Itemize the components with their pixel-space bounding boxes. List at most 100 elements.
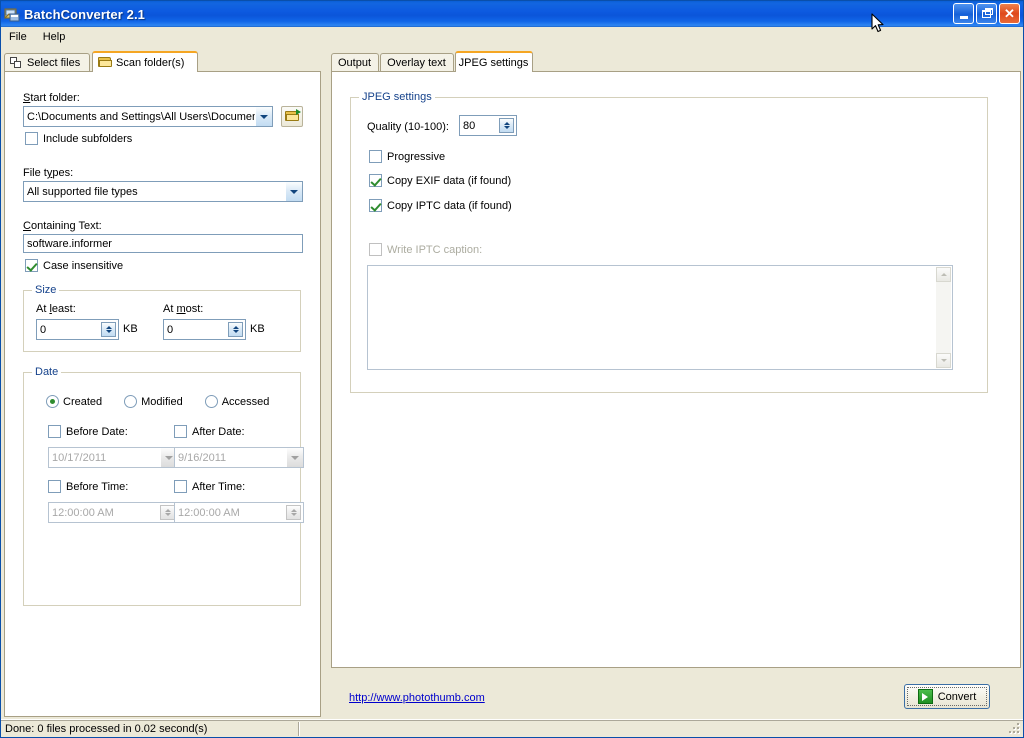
after-time-label: After Time: — [192, 480, 246, 493]
include-subfolders-label: Include subfolders — [43, 132, 133, 145]
window-title: BatchConverter 2.1 — [24, 6, 146, 22]
caption-vertical-scrollbar[interactable] — [936, 267, 951, 368]
iptc-caption-textarea[interactable] — [367, 265, 953, 370]
radio-accessed-row[interactable]: Accessed — [204, 395, 269, 408]
after-date-picker[interactable]: 9/16/2011 — [174, 447, 304, 468]
application-window: BatchConverter 2.1 ✕ File Help Select fi… — [0, 0, 1024, 738]
menu-bar: File Help — [1, 27, 1023, 46]
progressive-row[interactable]: Progressive — [369, 150, 445, 163]
resize-grip[interactable] — [1009, 723, 1021, 735]
radio-modified[interactable] — [124, 395, 138, 408]
scroll-up-icon[interactable] — [936, 267, 951, 282]
progressive-label: Progressive — [387, 150, 446, 163]
left-tabstrip: Select files Scan folder(s) — [4, 51, 321, 72]
radio-created-row[interactable]: Created — [46, 395, 102, 408]
browse-folder-button[interactable] — [281, 106, 303, 127]
chevron-down-icon[interactable] — [255, 107, 272, 126]
before-time-picker[interactable]: 12:00:00 AM — [48, 502, 178, 523]
file-types-value: All supported file types — [27, 185, 138, 198]
at-least-value: 0 — [40, 323, 47, 336]
before-time-row[interactable]: Before Time: — [48, 480, 128, 493]
spinner-arrows-icon[interactable] — [499, 118, 514, 133]
at-most-spinner[interactable]: 0 — [163, 319, 246, 340]
progressive-checkbox[interactable] — [369, 150, 382, 163]
tab-jpeg-settings[interactable]: JPEG settings — [455, 51, 533, 72]
jpeg-settings-panel: JPEG settings Quality (10-100): 80 Progr… — [331, 71, 1021, 668]
start-folder-value: C:\Documents and Settings\All Users\Docu… — [27, 110, 255, 123]
at-least-unit: KB — [123, 323, 138, 335]
include-subfolders-row[interactable]: Include subfolders — [25, 132, 132, 145]
window-controls: ✕ — [953, 3, 1020, 24]
write-iptc-caption-checkbox[interactable] — [369, 243, 382, 256]
tab-jpeg-settings-label: JPEG settings — [458, 56, 529, 69]
before-date-row[interactable]: Before Date: — [48, 425, 128, 438]
before-time-label: Before Time: — [66, 480, 129, 493]
tab-scan-folders-label: Scan folder(s) — [116, 56, 185, 69]
radio-modified-label: Modified — [141, 395, 183, 408]
quality-label: Quality (10-100): — [367, 121, 449, 133]
scroll-down-icon[interactable] — [936, 353, 951, 368]
restore-icon — [982, 7, 993, 18]
menu-item-help[interactable]: Help — [35, 29, 74, 45]
file-types-combo[interactable]: All supported file types — [23, 181, 303, 202]
date-radio-row: Created Modified Accessed — [46, 395, 269, 408]
include-subfolders-checkbox[interactable] — [25, 132, 38, 145]
close-button[interactable]: ✕ — [999, 3, 1020, 24]
chevron-down-icon[interactable] — [286, 448, 303, 467]
spinner-arrows-icon[interactable] — [160, 505, 175, 520]
copy-iptc-row[interactable]: Copy IPTC data (if found) — [369, 199, 512, 212]
before-date-checkbox[interactable] — [48, 425, 61, 438]
before-date-picker[interactable]: 10/17/2011 — [48, 447, 178, 468]
tab-output[interactable]: Output — [331, 53, 379, 71]
containing-text-label: Containing Text: — [23, 220, 102, 232]
case-insensitive-checkbox[interactable] — [25, 259, 38, 272]
after-date-label: After Date: — [192, 425, 245, 438]
date-group-title: Date — [32, 366, 62, 378]
restore-button[interactable] — [976, 3, 997, 24]
copy-iptc-checkbox[interactable] — [369, 199, 382, 212]
spinner-arrows-icon[interactable] — [228, 322, 243, 337]
title-bar: BatchConverter 2.1 ✕ — [1, 1, 1023, 27]
tab-scan-folders[interactable]: Scan folder(s) — [92, 51, 198, 72]
at-least-spinner[interactable]: 0 — [36, 319, 119, 340]
after-date-checkbox[interactable] — [174, 425, 187, 438]
after-time-row[interactable]: After Time: — [174, 480, 245, 493]
before-date-value: 10/17/2011 — [52, 451, 107, 464]
tab-overlay-text[interactable]: Overlay text — [380, 53, 454, 71]
size-group-title: Size — [32, 284, 60, 296]
case-insensitive-row[interactable]: Case insensitive — [25, 259, 123, 272]
bottom-bar: http://www.photothumb.com Convert — [331, 676, 1021, 716]
folder-icon — [98, 57, 112, 68]
before-time-checkbox[interactable] — [48, 480, 61, 493]
file-types-label: File types: — [23, 167, 74, 179]
write-iptc-caption-row[interactable]: Write IPTC caption: — [369, 243, 482, 256]
spinner-arrows-icon[interactable] — [101, 322, 116, 337]
photothumb-link[interactable]: http://www.photothumb.com — [349, 692, 485, 704]
copy-exif-row[interactable]: Copy EXIF data (if found) — [369, 174, 511, 187]
case-insensitive-label: Case insensitive — [43, 259, 124, 272]
before-date-label: Before Date: — [66, 425, 128, 438]
convert-button[interactable]: Convert — [904, 684, 990, 709]
after-time-picker[interactable]: 12:00:00 AM — [174, 502, 304, 523]
size-groupbox: Size At least: 0 KB At most: 0 KB — [23, 284, 301, 352]
tab-select-files[interactable]: Select files — [4, 53, 90, 71]
minimize-icon — [959, 15, 968, 19]
start-folder-combo[interactable]: C:\Documents and Settings\All Users\Docu… — [23, 106, 273, 127]
before-time-value: 12:00:00 AM — [52, 506, 114, 519]
right-tab-control: Output Overlay text JPEG settings JPEG s… — [331, 51, 1021, 668]
quality-spinner[interactable]: 80 — [459, 115, 517, 136]
radio-accessed[interactable] — [204, 395, 218, 408]
chevron-down-icon[interactable] — [285, 182, 302, 201]
copy-exif-checkbox[interactable] — [369, 174, 382, 187]
left-tab-control: Select files Scan folder(s) Start folder… — [4, 51, 321, 717]
after-date-row[interactable]: After Date: — [174, 425, 245, 438]
radio-created[interactable] — [46, 395, 59, 408]
status-bar: Done: 0 files processed in 0.02 second(s… — [1, 719, 1023, 737]
spinner-arrows-icon[interactable] — [286, 505, 301, 520]
open-folder-icon — [285, 109, 301, 122]
after-time-checkbox[interactable] — [174, 480, 187, 493]
containing-text-input[interactable]: software.informer — [23, 234, 303, 253]
minimize-button[interactable] — [953, 3, 974, 24]
menu-item-file[interactable]: File — [1, 29, 35, 45]
radio-modified-row[interactable]: Modified — [124, 395, 183, 408]
